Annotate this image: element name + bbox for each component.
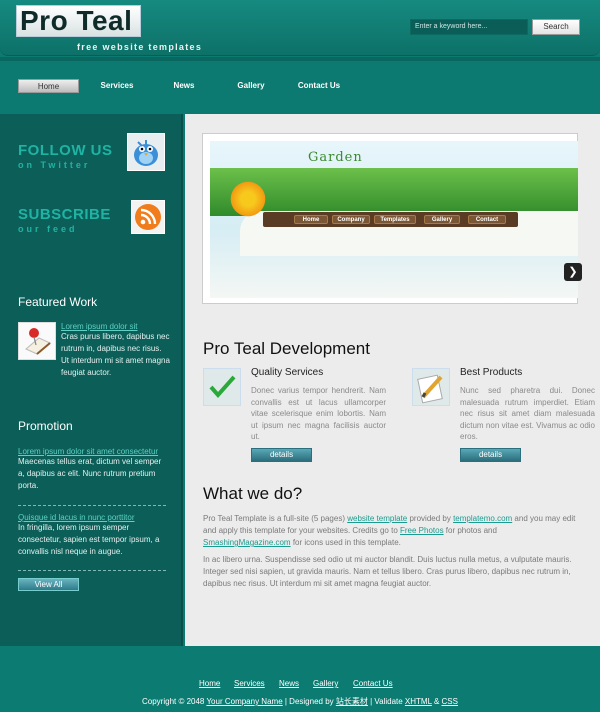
body-paragraph: In ac libero urna. Suspendisse sed odio … (203, 555, 572, 588)
search-input[interactable]: Enter a keyword here... (410, 19, 528, 35)
view-all-button[interactable]: View All (18, 578, 79, 591)
text: | Validate (367, 697, 405, 706)
banner-title: Garden (308, 150, 363, 165)
text: & (431, 697, 442, 706)
promotion-item: Lorem ipsum dolor sit amet consectetur M… (18, 447, 166, 492)
promotion-text: Maecenas tellus erat, dictum vel semper … (18, 457, 162, 490)
quality-services-text: Donec varius tempor hendrerit. Nam conva… (251, 386, 386, 441)
search-button[interactable]: Search (532, 19, 580, 35)
banner-nav-contact: Contact (468, 215, 506, 224)
flower-icon (228, 179, 268, 219)
pencil-document-icon (412, 368, 450, 406)
best-products-title: Best Products (460, 367, 523, 378)
main-content: Garden Home Company Templates Gallery Co… (185, 114, 600, 646)
header: Pro Teal free website templates Enter a … (0, 0, 600, 56)
main-menu: Home Services News Gallery Contact Us (0, 57, 600, 114)
banner-nav-templates: Templates (374, 215, 416, 224)
checkmark-icon (203, 368, 241, 406)
garden-banner-image: Garden Home Company Templates Gallery Co… (210, 141, 578, 298)
best-products-text: Nunc sed pharetra dui. Donec malesuada r… (460, 386, 595, 441)
text: Pro Teal Template is a full-site (5 page… (203, 514, 348, 523)
pushpin-document-icon (18, 322, 56, 360)
banner-frame: Garden Home Company Templates Gallery Co… (202, 133, 582, 304)
promotion-link[interactable]: Quisque id lacus in nunc porttitor (18, 513, 166, 522)
text: Copyright © 2048 (142, 697, 207, 706)
featured-work-item: Lorem ipsum dolor sit Cras purus libero,… (61, 322, 171, 379)
site-logo[interactable]: Pro Teal (16, 5, 141, 37)
designer-link[interactable]: 站长素材 (336, 697, 368, 706)
footer: Home Services News Gallery Contact Us Co… (0, 646, 600, 712)
menu-item-gallery[interactable]: Gallery (229, 79, 273, 93)
xhtml-link[interactable]: XHTML (405, 697, 432, 706)
copyright-line: Copyright © 2048 Your Company Name | Des… (0, 696, 600, 707)
banner-nav-home: Home (294, 215, 328, 224)
featured-work-text: Cras purus libero, dapibus nec rutrum in… (61, 332, 170, 377)
quality-services-title: Quality Services (251, 367, 324, 378)
sidebar: FOLLOW US on Twitter SUBSCRIBE our feed … (0, 114, 183, 646)
follow-title[interactable]: FOLLOW US (18, 142, 113, 159)
subscribe-title[interactable]: SUBSCRIBE (18, 206, 111, 223)
page-title: Pro Teal Development (203, 339, 370, 358)
site-tagline: free website templates (77, 42, 203, 52)
twitter-bird-icon[interactable] (127, 133, 165, 171)
website-template-link[interactable]: website template (347, 514, 407, 523)
menu-item-services[interactable]: Services (92, 79, 142, 93)
templatemo-link[interactable]: templatemo.com (453, 514, 512, 523)
text: | Designed by (282, 697, 336, 706)
banner-nav-gallery: Gallery (424, 215, 460, 224)
promotion-link[interactable]: Lorem ipsum dolor sit amet consectetur (18, 447, 166, 456)
text: for photos and (443, 526, 497, 535)
rss-feed-icon[interactable] (131, 200, 165, 234)
follow-subtitle: on Twitter (18, 160, 91, 170)
details-button[interactable]: details (460, 448, 521, 462)
footer-link-services[interactable]: Services (234, 679, 265, 688)
footer-link-gallery[interactable]: Gallery (313, 679, 338, 688)
promotion-text: In fringilla, lorem ipsum semper consect… (18, 523, 160, 556)
company-name-link[interactable]: Your Company Name (206, 697, 282, 706)
footer-link-contact[interactable]: Contact Us (353, 679, 393, 688)
free-photos-link[interactable]: Free Photos (400, 526, 444, 535)
smashing-magazine-link[interactable]: SmashingMagazine.com (203, 538, 291, 547)
menu-item-home[interactable]: Home (18, 79, 79, 93)
details-button[interactable]: details (251, 448, 312, 462)
footer-link-news[interactable]: News (279, 679, 299, 688)
banner-nav-company: Company (332, 215, 370, 224)
divider (18, 570, 166, 571)
promotion-item: Quisque id lacus in nunc porttitor In fr… (18, 513, 166, 558)
text: provided by (407, 514, 454, 523)
divider (18, 505, 166, 506)
promotion-heading: Promotion (18, 419, 73, 433)
subscribe-subtitle: our feed (18, 224, 78, 234)
featured-work-link[interactable]: Lorem ipsum dolor sit (61, 322, 171, 331)
what-we-do-heading: What we do? (203, 484, 303, 503)
css-link[interactable]: CSS (442, 697, 458, 706)
footer-link-home[interactable]: Home (199, 679, 220, 688)
featured-work-heading: Featured Work (18, 295, 98, 309)
menu-item-contact[interactable]: Contact Us (294, 79, 344, 93)
next-arrow-icon[interactable]: ❯ (564, 263, 582, 281)
intro-paragraph: Pro Teal Template is a full-site (5 page… (203, 513, 578, 549)
text: for icons used in this template. (290, 538, 401, 547)
menu-item-news[interactable]: News (164, 79, 204, 93)
